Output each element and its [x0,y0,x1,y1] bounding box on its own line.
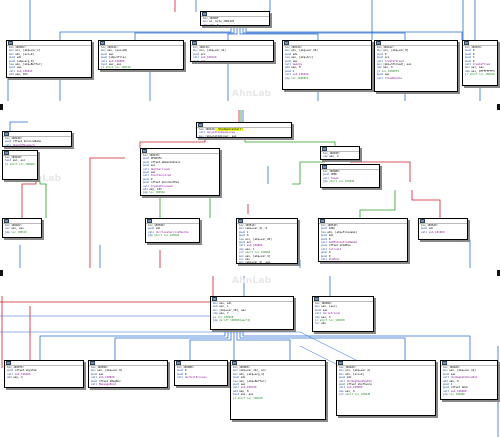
node-color-icon [238,219,243,223]
ida-graph-screenshot: AhnLab loc_10006F mov al, byte_10014A5 cmp… [0,0,500,437]
asm-line: jmp short loc_1005A0 [148,234,180,238]
asm-line: jmp loc_10050A [143,191,165,195]
side-node[interactable]: loc_10090A: mov eax, [esi] push eax call ds… [312,296,374,332]
node-color-icon [338,361,343,365]
asm-line: jmp loc_10006F4 [285,76,309,80]
node-color-icon [420,219,425,223]
panel-separator [0,101,500,105]
asm-line: jmp loc_10006F4 [7,77,91,78]
asm-line: jnz short loc_100A40 [339,393,371,397]
asm-line: add esp, 4 [7,376,23,380]
graph-view-top[interactable]: AhnLab loc_10006F mov al, byte_10014A5 cmp… [0,0,500,101]
case-0-node[interactable]: loc_1000E2: mov ecx, [ebp+var_C] mov edx, … [6,40,92,78]
bottom-a-node[interactable]: loc_100510: mov [ebp+var_4], 0 push 1 push … [236,218,298,264]
case-b2[interactable]: loc_100990: mov eax, [ebp+var_8] push eax c… [88,360,168,388]
case-c2[interactable]: loc_1009B0: push 0 push 0 call ds:ExitProce… [174,360,228,386]
node-color-icon [176,361,181,365]
case-3-node[interactable]: loc_100160: mov edx, [ebp+var_18] push edx… [282,40,372,90]
case-f2[interactable]: loc_100A60: mov eax, [ebp+var_14] push eax… [440,360,498,400]
node-color-icon [322,147,327,151]
case-2-node[interactable]: loc_100134: mov ecx, [ebp+var_14] push ecx… [190,40,274,62]
case-a2[interactable]: loc_100970: push offset aSystem call sub_1… [4,360,84,388]
asm-line: jmp loc_10094E [443,393,465,397]
bottom-b-node[interactable]: loc_100540: push 104h lea edx, [ebp+Filena… [318,218,408,262]
asm-line: call ds:ExitProcess [177,376,207,380]
node-color-icon [4,132,9,136]
node-color-icon [4,151,9,155]
node-color-icon [212,297,217,301]
left-small-a[interactable]: loc_100462: xor eax, eax jmp loc_1005C0 [2,218,42,238]
asm-line: jz short loc_100A10 [233,396,263,400]
node-color-icon [198,123,203,127]
node-color-icon [322,165,327,169]
node-color-icon [284,41,289,45]
asm-line: jmp short loc_100490 [323,180,355,184]
asm-line: inc ebx [315,322,326,326]
center-small-node[interactable]: loc_100500: push edi call ds:CloseServiceH… [145,218,200,243]
case-1-node[interactable]: loc_100102: mov eax, [esi+40] push eax push… [98,40,184,70]
graph-view-middle[interactable]: AhnLab loc_100420: "RunRemoteShell" call … [0,110,500,268]
asm-line: call MessageBoxA [91,383,116,387]
asm-line: jz short loc_10046A [5,162,35,166]
asm-line: mov [ebp+var_4], eax [239,261,271,264]
dispatch2-node[interactable]: mov eax, edi sub eax, 1 mov [ebp+var_18], … [210,296,294,330]
left-cond-node[interactable]: loc_100458: test esi, esi jz short loc_100… [2,150,38,180]
entry-node[interactable]: loc_100420: "RunRemoteShell" call ds:GetC… [196,122,292,138]
node-color-icon [192,41,197,45]
graph-view-bottom[interactable]: AhnLab mov eax, edi sub eax, 1 mov [ebp+va… [0,276,500,437]
node-color-icon [6,361,11,365]
right-cond-node[interactable]: loc_1004B0: push 3E8h call Sleep jmp short … [320,164,380,188]
left-branch-node[interactable]: loc_100448: push offset ServiceName call O… [2,131,72,147]
node-color-icon [464,41,469,45]
asm-line: jmp ds:off_100958[eax*4] [213,319,251,323]
case-d2[interactable]: loc_1009D0: mov [ebp+var_10], ecx mov edx,… [230,360,326,420]
node-color-icon [232,361,237,365]
node-color-icon [8,41,13,45]
case-e2[interactable]: loc_100A00: mov ecx, [ebp+var_4] mov edx, … [336,360,436,416]
asm-line: call CloseHandle [377,76,402,80]
watermark-text: AhnLab [232,276,272,286]
node-color-icon [314,297,319,301]
node-color-icon [442,361,447,365]
asm-line: call WinExec [321,258,340,262]
case-4-node[interactable]: loc_1001A2: mov ecx, [ebp+var_8] push 0 pus… [374,40,458,92]
asm-line: jz short loc_100216 [465,73,495,77]
panel-separator [0,268,500,272]
asm-line: push eax [193,59,206,62]
right-small-node[interactable]: loc_1005A0: push edi call sub_101000 [418,218,468,240]
right-top-node[interactable]: loc_100490:cmp eax, 2jnz short loc_1004B… [320,146,360,160]
asm-line: jmp loc_1005C0 [5,230,27,234]
dispatch-node[interactable]: loc_10006F mov al, byte_10014A5 cmp eax, 5… [200,11,270,26]
asm-line: cmp eax, 5 [203,23,219,26]
node-color-icon [90,361,95,365]
asm-line: mov [ebp+lpCmdLine], eax [199,134,237,138]
node-color-icon [147,219,152,223]
center-node[interactable]: loc_100470: push 0F003Fh push offset aRemo… [140,148,220,196]
case-5-node[interactable]: loc_1001E4: push 0 push 0 push 3 push 0 call … [462,40,498,86]
watermark-text: AhnLab [232,89,272,99]
asm-line: jnz short loc_1004B0 [321,159,359,160]
node-color-icon [142,149,147,153]
node-color-icon [320,219,325,223]
node-color-icon [4,219,9,223]
node-color-icon [202,12,207,16]
node-color-icon [100,41,105,45]
node-color-icon [376,41,381,45]
asm-line: call sub_101000 [421,230,445,234]
asm-line: jz short loc_100120 [101,66,131,70]
